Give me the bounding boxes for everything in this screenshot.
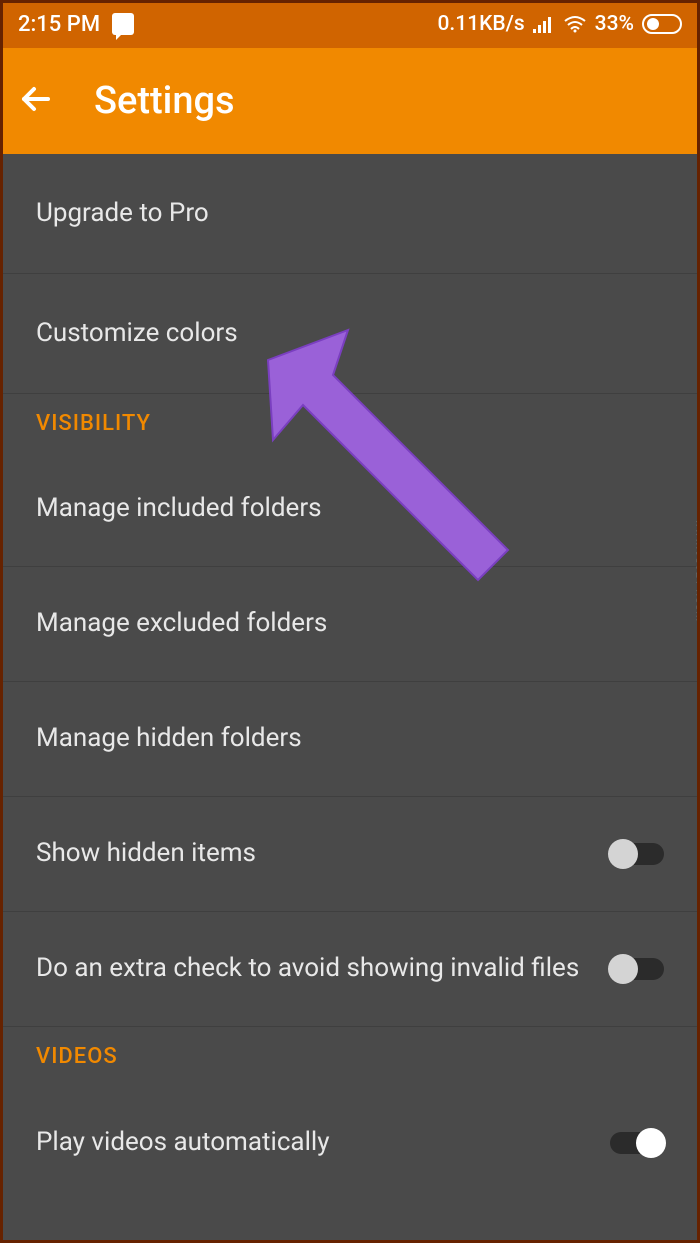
customize-colors-row[interactable]: Customize colors [0, 274, 700, 394]
settings-content: Upgrade to Pro Customize colors VISIBILI… [0, 154, 700, 1200]
show-hidden-items-row[interactable]: Show hidden items [0, 797, 700, 912]
watermark: www.989214.com [694, 519, 700, 622]
wifi-icon [563, 15, 587, 33]
status-time: 2:15 PM [18, 12, 100, 37]
section-header-videos: VIDEOS [0, 1027, 700, 1085]
battery-icon [642, 14, 682, 34]
upgrade-pro-label: Upgrade to Pro [36, 197, 664, 231]
manage-hidden-row[interactable]: Manage hidden folders [0, 682, 700, 797]
message-icon [112, 13, 134, 35]
autoplay-videos-row[interactable]: Play videos automatically [0, 1085, 700, 1200]
manage-included-label: Manage included folders [36, 492, 664, 526]
status-bar: 2:15 PM 0.11KB/s 33% [0, 0, 700, 48]
autoplay-videos-toggle[interactable] [610, 1132, 664, 1154]
show-hidden-items-toggle[interactable] [610, 843, 664, 865]
page-title: Settings [94, 79, 235, 123]
manage-hidden-label: Manage hidden folders [36, 722, 664, 756]
customize-colors-label: Customize colors [36, 317, 664, 351]
autoplay-videos-label: Play videos automatically [36, 1126, 610, 1160]
extra-check-label: Do an extra check to avoid showing inval… [36, 952, 610, 986]
show-hidden-items-label: Show hidden items [36, 837, 610, 871]
status-left: 2:15 PM [18, 12, 134, 37]
back-arrow-icon[interactable] [18, 81, 54, 121]
manage-excluded-row[interactable]: Manage excluded folders [0, 567, 700, 682]
app-header: Settings [0, 48, 700, 154]
status-right: 0.11KB/s 33% [437, 12, 682, 36]
manage-excluded-label: Manage excluded folders [36, 607, 664, 641]
signal-icon [533, 15, 555, 33]
status-data-rate: 0.11KB/s [437, 12, 524, 36]
section-header-visibility: VISIBILITY [0, 394, 700, 452]
extra-check-row[interactable]: Do an extra check to avoid showing inval… [0, 912, 700, 1027]
extra-check-toggle[interactable] [610, 958, 664, 980]
status-battery-percent: 33% [595, 12, 634, 36]
manage-included-row[interactable]: Manage included folders [0, 452, 700, 567]
upgrade-pro-row[interactable]: Upgrade to Pro [0, 154, 700, 274]
